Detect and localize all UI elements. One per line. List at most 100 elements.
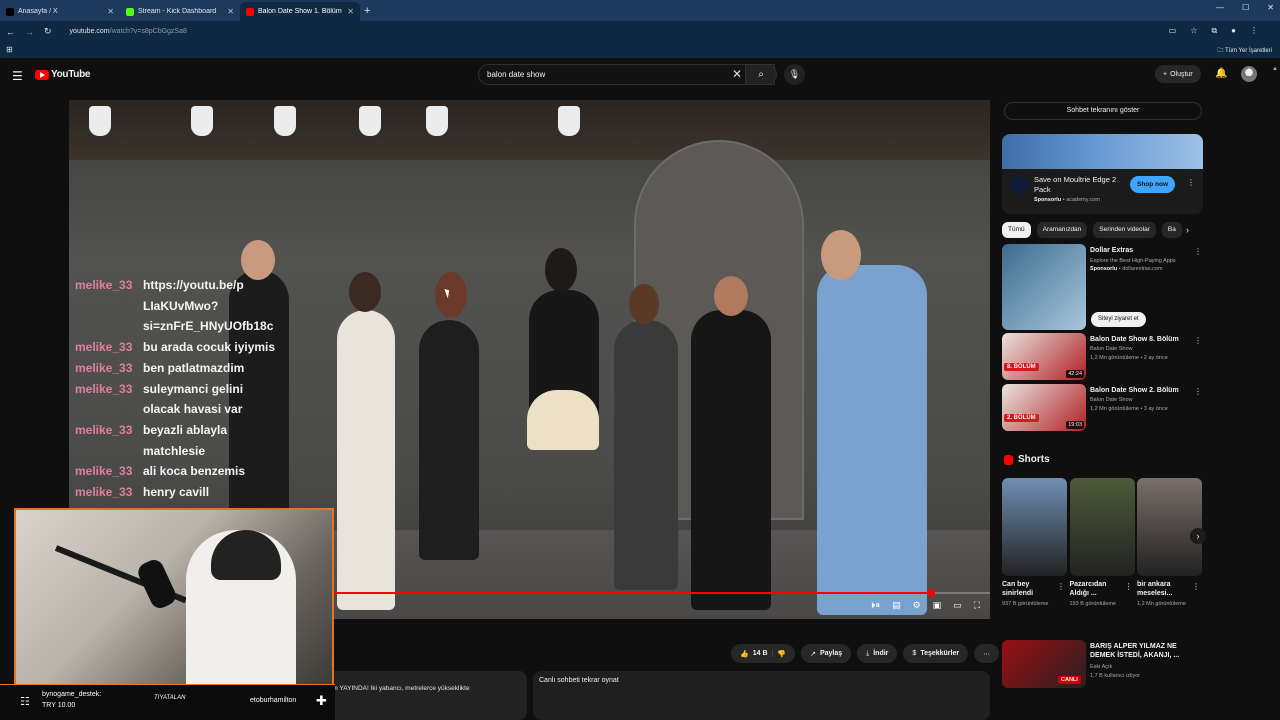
donation-bar: ☷ bynogame_destek: TRY 10.00 TIYATALAN e… — [0, 684, 335, 720]
promo-thumbnail — [1002, 244, 1086, 330]
shop-now-button[interactable]: Shop now — [1130, 176, 1176, 193]
donation-logo-text: TIYATALAN — [154, 695, 186, 701]
chat-message: olacak havasi var — [75, 399, 375, 420]
thumbs-down-icon[interactable]: 👎 — [777, 650, 786, 658]
filter-chip[interactable]: Tümü — [1002, 222, 1031, 238]
tab-close-icon[interactable]: ✕ — [107, 7, 114, 16]
browser-tab[interactable]: Balon Date Show 1. Bölüm - Yo ✕ — [240, 2, 360, 21]
chat-username: melike_33 — [75, 381, 133, 396]
profile-icon[interactable]: ● — [1231, 26, 1236, 36]
recommended-video[interactable]: 2. BÖLÜM 19:03 Balon Date Show 2. Bölüm Bal… — [1002, 384, 1202, 432]
browser-tab[interactable]: Anasayfa / X ✕ — [0, 2, 120, 21]
scrollbar-up-icon[interactable]: ▲ — [1272, 66, 1278, 72]
avatar[interactable] — [1241, 66, 1257, 82]
more-actions-button[interactable]: ⋯ — [974, 644, 1000, 663]
chat-username — [75, 441, 143, 462]
new-tab-button[interactable]: + — [364, 5, 370, 17]
scene-person-head — [821, 230, 861, 280]
all-bookmarks[interactable]: 🗀 Tüm Yer İşaretleri — [1217, 46, 1272, 56]
youtube-play-icon — [35, 69, 49, 80]
apps-grid-icon[interactable]: ⊞ — [6, 45, 13, 54]
ad-menu-icon[interactable]: ⋮ — [1187, 178, 1195, 187]
tab-title: Balon Date Show 1. Bölüm - Yo — [258, 8, 343, 15]
channel-name: Balon Date Show — [1090, 397, 1133, 403]
chat-replay-box[interactable]: Canlı sohbeti tekrar oynat — [533, 671, 990, 720]
scene-person-head — [629, 284, 659, 324]
url-field[interactable]: youtube.com/watch?v=s8pCbGgzSa8 — [70, 28, 187, 35]
search-button[interactable]: ⌕ — [745, 64, 777, 85]
search-input[interactable]: balon date show ✕ — [478, 64, 775, 85]
thumbnail-tag: 8. BÖLÜM — [1004, 363, 1039, 371]
webcam-overlay — [14, 508, 334, 692]
show-chat-button[interactable]: Sohbet tekranını göster — [1004, 102, 1202, 120]
short-item[interactable]: bir ankara meselesi... 1,2 Mn görüntüleme… — [1137, 478, 1202, 607]
short-menu-icon[interactable]: ⋮ — [1057, 582, 1065, 591]
scene-person — [419, 320, 479, 560]
chips-next-icon[interactable]: › — [1186, 225, 1189, 235]
extension-icon[interactable]: ⧉ — [1211, 26, 1217, 36]
cast-icon[interactable]: ▭ — [1169, 26, 1177, 36]
chat-text: si=znFrE_HNyUOfb18c — [143, 319, 274, 334]
shorts-next-icon[interactable]: › — [1190, 528, 1206, 544]
fullscreen-icon[interactable]: ⛶ — [974, 600, 980, 611]
chat-message: melike_33 beyazli ablayla — [75, 420, 375, 441]
minimize-icon[interactable]: — — [1216, 3, 1224, 12]
close-window-icon[interactable]: ✕ — [1267, 3, 1274, 12]
video-actions: 👍 14 B | 👎 ↗ Paylaş ⤓ İndir $ Teşekkürler ⋯ — [731, 644, 1000, 663]
thanks-button[interactable]: $ Teşekkürler — [903, 644, 969, 663]
promo-menu-icon[interactable]: ⋮ — [1194, 247, 1202, 256]
filter-chip[interactable]: Serinden videolar — [1093, 222, 1156, 238]
video-duration: 19:03 — [1066, 421, 1084, 429]
menu-dots-icon[interactable]: ⋮ — [1250, 26, 1258, 36]
share-button[interactable]: ↗ Paylaş — [801, 644, 852, 663]
maximize-icon[interactable]: ☐ — [1242, 3, 1249, 12]
live-item[interactable]: CANLI BARIŞ ALPER YILMAZ NE DEMEK İSTEDİ… — [1002, 640, 1202, 688]
download-button[interactable]: ⤓ İndir — [857, 644, 898, 663]
back-icon[interactable]: ← — [6, 27, 15, 37]
menu-icon[interactable]: ☰ — [12, 69, 23, 83]
short-thumbnail — [1137, 478, 1202, 576]
video-menu-icon[interactable]: ⋮ — [1194, 336, 1202, 345]
short-item[interactable]: Can bey sinirlendi 937 B görüntüleme ⋮ — [1002, 478, 1067, 607]
video-menu-icon[interactable]: ⋮ — [1194, 387, 1202, 396]
short-item[interactable]: Pazarcıdan Aldığı ... 193 B görüntüleme ⋮ — [1069, 478, 1135, 607]
thumbnail-tag: 2. BÖLÜM — [1004, 414, 1039, 422]
video-duration: 42:24 — [1066, 370, 1084, 378]
chat-message: LIaKUvMwo? — [75, 296, 375, 317]
short-menu-icon[interactable]: ⋮ — [1125, 582, 1133, 591]
short-title: Can bey sinirlendi — [1002, 581, 1034, 597]
progress-scrubber[interactable] — [927, 589, 935, 597]
browser-tab[interactable]: Stream - Kick Dashboard ✕ — [120, 2, 240, 21]
video-meta: 1,2 Mn görüntüleme • 2 ay önce — [1090, 355, 1168, 361]
donation-icon: ☷ — [20, 696, 30, 708]
autoplay-toggle-icon[interactable]: ⏵⏸ — [871, 600, 880, 611]
video-title: Balon Date Show 8. Bölüm — [1090, 336, 1179, 343]
scene-light — [89, 106, 111, 136]
notifications-bell-icon[interactable]: 🔔 — [1215, 68, 1227, 79]
forward-icon[interactable]: → — [25, 27, 34, 37]
subtitles-icon[interactable]: ▤ — [892, 600, 901, 611]
miniplayer-icon[interactable]: ▣ — [933, 600, 942, 611]
scene-person-skirt — [527, 390, 599, 450]
chat-text: matchlesie — [143, 443, 206, 458]
recommended-video[interactable]: 8. BÖLÜM 42:24 Balon Date Show 8. Bölüm Bal… — [1002, 333, 1202, 381]
filter-chip[interactable]: Ba — [1161, 222, 1182, 238]
voice-search-icon[interactable]: 🎙 — [784, 64, 805, 85]
plus-icon: ✚ — [316, 693, 327, 708]
filter-chip[interactable]: Aramanızdan — [1036, 222, 1088, 238]
bookmark-star-icon[interactable]: ☆ — [1190, 26, 1197, 36]
tab-close-icon[interactable]: ✕ — [227, 7, 234, 16]
visit-site-button[interactable]: Siteyi ziyaret et — [1091, 312, 1146, 327]
short-menu-icon[interactable]: ⋮ — [1192, 582, 1200, 591]
thumbs-up-icon: 👍 — [740, 650, 749, 658]
youtube-logo[interactable]: YouTube — [35, 69, 91, 80]
tab-close-icon[interactable]: ✕ — [347, 7, 354, 16]
settings-gear-icon[interactable]: ⚙ — [913, 600, 921, 611]
theater-mode-icon[interactable]: ▭ — [953, 600, 962, 611]
clear-search-icon[interactable]: ✕ — [732, 67, 742, 81]
ad-card[interactable]: Save on Moultrie Edge 2 Pack Sponsorlu •… — [1002, 134, 1203, 214]
short-title: Pazarcıdan Aldığı ... — [1069, 581, 1107, 597]
create-button[interactable]: + Oluştur — [1155, 65, 1201, 83]
like-button[interactable]: 👍 14 B | 👎 — [731, 644, 796, 663]
reload-icon[interactable]: ↻ — [44, 26, 52, 37]
